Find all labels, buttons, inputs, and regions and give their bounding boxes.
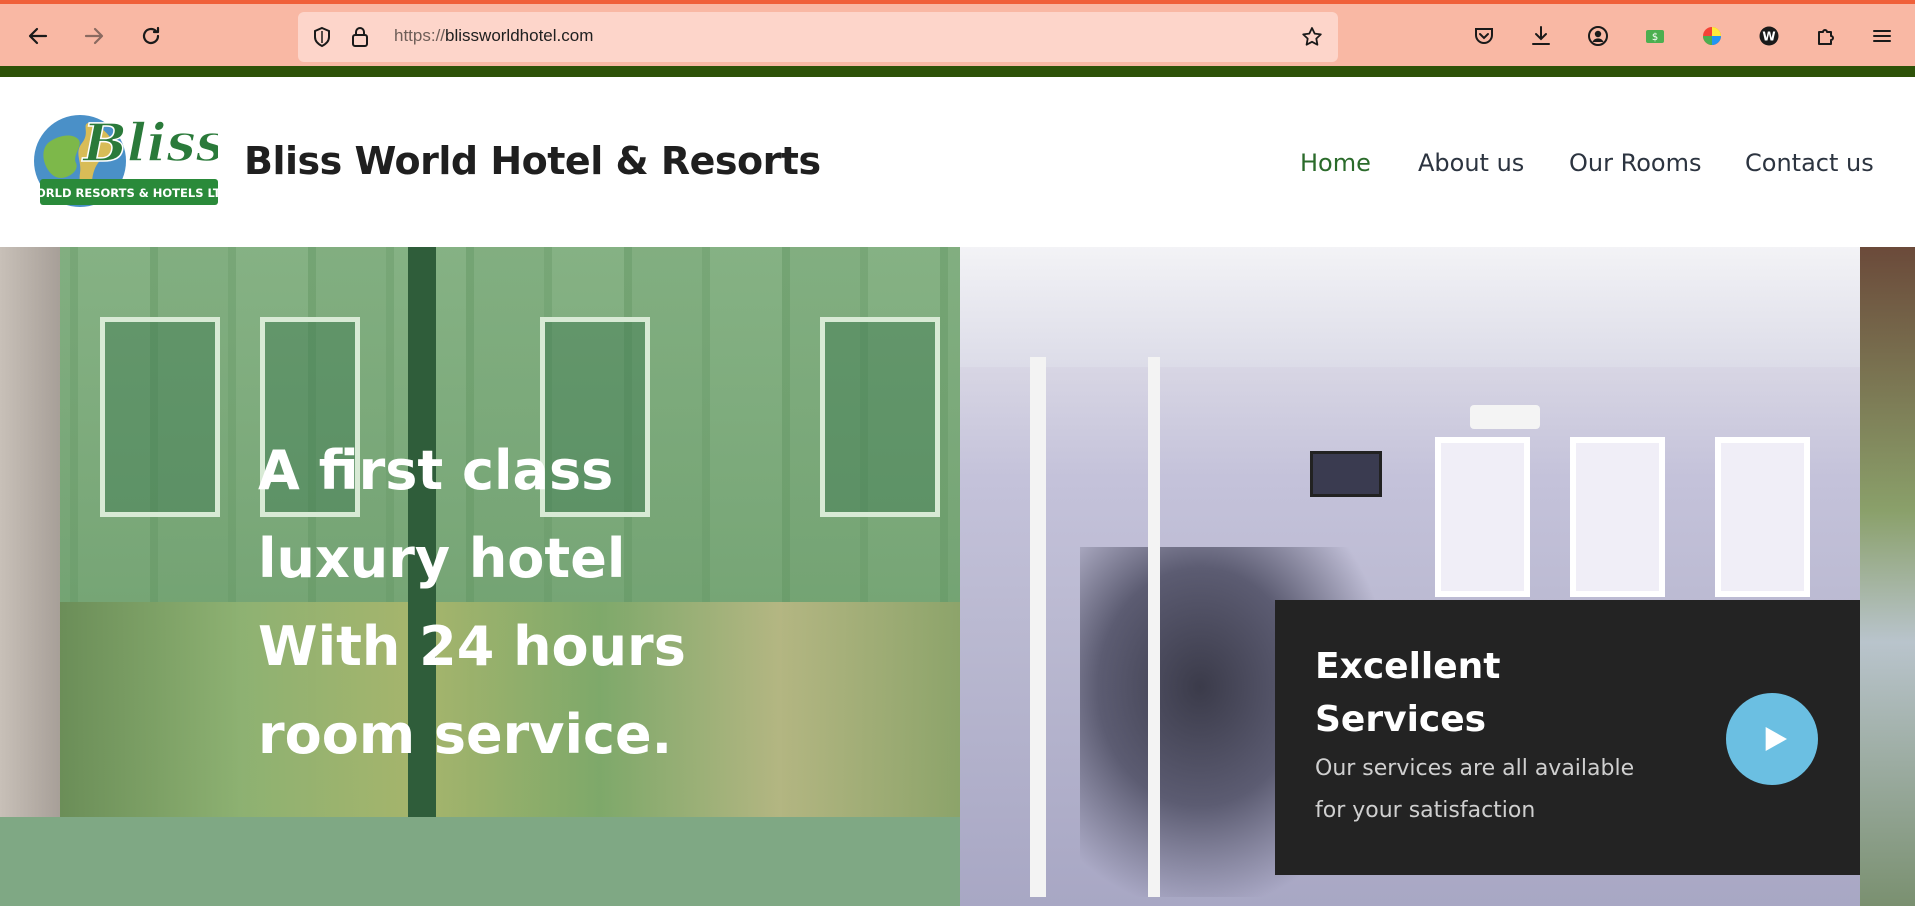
pocket-icon[interactable] [1470,22,1498,50]
shield-icon[interactable] [310,25,334,49]
hero-headline: A first class luxury hotel With 24 hours… [258,439,686,766]
forward-icon[interactable] [76,18,112,54]
nav-our-rooms[interactable]: Our Rooms [1569,149,1701,177]
logo-text-bottom: WORLD RESORTS & HOTELS LTD. [34,186,218,200]
accent-bar [0,66,1915,77]
building-wall [0,247,60,906]
extensions-puzzle-icon[interactable] [1812,22,1840,50]
gym-window [1570,437,1665,597]
back-icon[interactable] [20,18,56,54]
services-title: Excellent Services [1315,646,1501,740]
account-icon[interactable] [1584,22,1612,50]
svg-text:$: $ [1652,32,1658,43]
extension-w-icon[interactable]: W [1755,22,1783,50]
download-icon[interactable] [1527,22,1555,50]
svg-text:W: W [1762,30,1775,44]
play-button[interactable] [1726,693,1818,785]
url-protocol: https:// [394,26,446,45]
gym-tv [1310,451,1382,497]
gym-window [1715,437,1810,597]
url-text[interactable]: https://blissworldhotel.com [394,26,593,46]
gym-ceiling [960,247,1860,367]
extension-money-icon[interactable]: $ [1641,22,1669,50]
services-card: Excellent Services Our services are all … [1275,600,1860,875]
star-icon[interactable] [1300,25,1324,49]
services-description: Our services are all available for your … [1315,756,1635,823]
building-window [100,317,220,517]
nav-contact-us[interactable]: Contact us [1745,149,1874,177]
reload-icon[interactable] [133,18,169,54]
air-conditioner [1470,405,1540,429]
lock-icon[interactable] [348,25,372,49]
floor [0,817,960,906]
extension-color-icon[interactable] [1698,22,1726,50]
nav-home[interactable]: Home [1300,149,1371,177]
logo-text-top: Bliss [81,113,218,174]
nav-about-us[interactable]: About us [1418,149,1524,177]
logo[interactable]: Bliss WORLD RESORTS & HOTELS LTD. [23,103,235,223]
building-window [820,317,940,517]
browser-toolbar: https://blissworldhotel.com $ W [0,0,1915,66]
url-host: blissworldhotel.com [445,26,594,45]
hero-next-slide-edge [1860,247,1915,906]
hero-section: A first class luxury hotel With 24 hours… [0,247,1915,906]
menu-icon[interactable] [1868,22,1896,50]
site-header: Bliss WORLD RESORTS & HOTELS LTD. Bliss … [0,77,1915,247]
url-bar[interactable]: https://blissworldhotel.com [298,12,1338,62]
site-title[interactable]: Bliss World Hotel & Resorts [244,139,821,183]
gym-window [1435,437,1530,597]
gym-frame [1030,357,1160,897]
play-icon [1765,727,1787,751]
